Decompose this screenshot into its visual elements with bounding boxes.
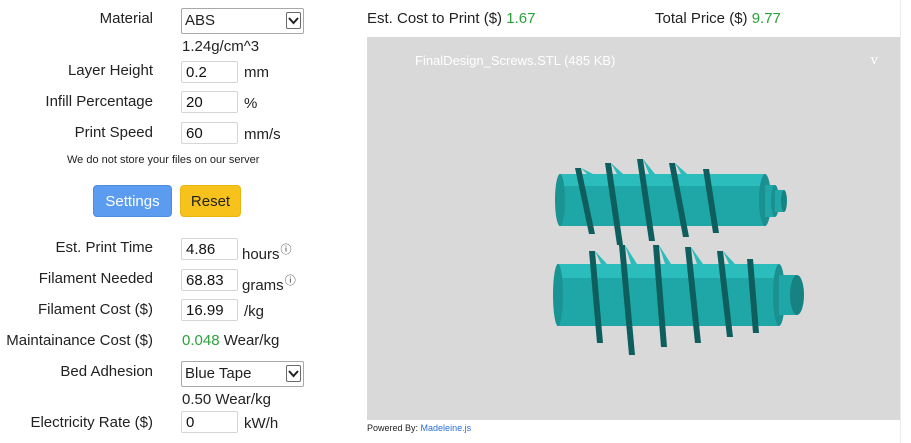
material-density: 1.24g/cm^3 <box>182 38 260 55</box>
print-time-unit: hoursⓘ <box>242 241 292 263</box>
bed-adhesion-select-value: Blue Tape <box>185 365 252 382</box>
privacy-note: We do not store your files on our server <box>67 154 260 166</box>
material-label: Material <box>99 10 153 27</box>
bed-adhesion-wear: 0.50 Wear/kg <box>182 391 271 408</box>
est-cost-value: 1.67 <box>506 10 536 27</box>
page-edge <box>900 0 911 443</box>
info-circle-icon[interactable]: ⓘ <box>281 244 292 256</box>
total-price-label: Total Price ($) <box>655 10 748 27</box>
maintenance-cost-readout: 0.048 Wear/kg <box>182 332 279 349</box>
infill-unit: % <box>244 95 258 112</box>
electricity-input[interactable]: 0 <box>181 411 238 433</box>
chevron-down-icon <box>286 12 301 29</box>
settings-button[interactable]: Settings <box>93 185 172 217</box>
total-price-summary: Total Price ($) 9.77 <box>655 10 781 27</box>
electricity-unit: kW/h <box>244 415 279 432</box>
layer-height-input[interactable]: 0.2 <box>181 61 238 83</box>
print-time-label: Est. Print Time <box>55 239 153 256</box>
bed-adhesion-select[interactable]: Blue Tape <box>181 361 304 387</box>
bed-adhesion-label: Bed Adhesion <box>60 363 153 380</box>
screw-model[interactable] <box>367 37 900 420</box>
filament-needed-unit-text: grams <box>242 277 284 294</box>
maintenance-cost-unit: Wear/kg <box>223 332 280 349</box>
electricity-label: Electricity Rate ($) <box>30 414 153 431</box>
print-speed-label: Print Speed <box>74 124 153 141</box>
layer-height-unit: mm <box>244 64 269 81</box>
print-time-input[interactable]: 4.86 <box>181 238 238 260</box>
est-cost-label: Est. Cost to Print ($) <box>367 10 503 27</box>
filament-needed-input[interactable]: 68.83 <box>181 269 238 291</box>
madeleine-link[interactable]: Madeleine.js <box>421 423 472 433</box>
layer-height-label: Layer Height <box>67 62 153 79</box>
filament-cost-label: Filament Cost ($) <box>37 301 153 318</box>
info-circle-icon[interactable]: ⓘ <box>285 275 296 287</box>
maintenance-cost-value: 0.048 <box>182 332 220 349</box>
powered-by: Powered By: Madeleine.js <box>367 423 471 433</box>
print-speed-unit: mm/s <box>244 126 281 143</box>
filament-needed-label: Filament Needed <box>38 270 153 287</box>
est-cost-summary: Est. Cost to Print ($) 1.67 <box>367 10 535 27</box>
print-speed-input[interactable]: 60 <box>181 122 238 144</box>
filament-needed-unit: gramsⓘ <box>242 272 296 294</box>
filament-cost-input[interactable]: 16.99 <box>181 299 238 321</box>
print-time-unit-text: hours <box>242 246 280 263</box>
infill-label: Infill Percentage <box>45 93 153 110</box>
powered-by-label: Powered By: <box>367 423 419 433</box>
chevron-down-icon <box>286 365 301 382</box>
infill-input[interactable]: 20 <box>181 91 238 113</box>
material-select-value: ABS <box>185 12 216 29</box>
model-viewer[interactable]: FinalDesign_Screws.STL (485 KB) v <box>367 37 900 420</box>
filament-cost-unit: /kg <box>244 303 265 320</box>
material-select[interactable]: ABS <box>181 8 304 34</box>
lower-screw <box>553 245 804 355</box>
total-price-value: 9.77 <box>751 10 781 27</box>
upper-screw <box>555 159 787 245</box>
maintenance-cost-label: Maintainance Cost ($) <box>6 332 153 349</box>
reset-button[interactable]: Reset <box>180 185 241 217</box>
